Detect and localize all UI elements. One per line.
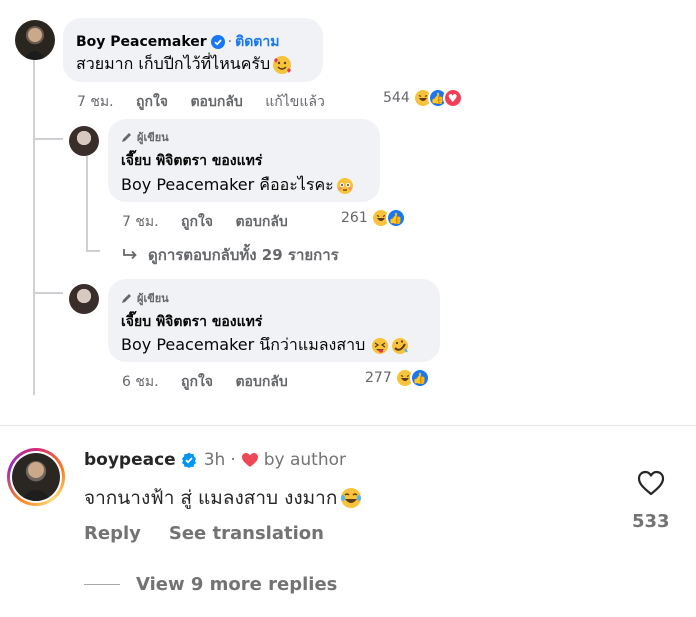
comment-text: สวยมาก เก็บปีกไว้ที่ไหนครับ <box>76 54 271 73</box>
section-divider <box>0 425 696 426</box>
reaction-count: 544 <box>383 90 410 106</box>
avatar-image <box>12 453 60 501</box>
author-tag: ผู้เขียน <box>137 131 169 144</box>
avatar[interactable] <box>69 284 99 314</box>
reply-actions: 6 ชม. ถูกใจ ตอบกลับ <box>122 371 306 393</box>
comment-actions: 7 ชม. ถูกใจ ตอบกลับ แก้ไขแล้ว <box>77 91 343 113</box>
avatar[interactable] <box>69 126 99 156</box>
like-count[interactable]: 533 <box>632 511 670 532</box>
thread-line <box>33 138 63 140</box>
verified-badge-icon <box>210 35 225 49</box>
like-reaction-icon: 👍 <box>409 368 430 388</box>
author-pen-icon <box>121 292 133 304</box>
commenter-name[interactable]: เจี๊ยบ พิจิตตรา ของแทร่ <box>121 311 262 333</box>
avatar[interactable] <box>15 20 55 60</box>
reactions-summary[interactable]: 544 👍 ♥ <box>383 88 463 108</box>
reply-time[interactable]: 6 ชม. <box>122 374 159 390</box>
avatar <box>10 451 62 503</box>
reply-text: Boy Peacemaker นึกว่าแมลงสาบ <box>121 335 366 354</box>
reply-arrow-icon <box>122 248 138 262</box>
flushed-face-icon <box>336 177 354 195</box>
reply-actions: 7 ชม. ถูกใจ ตอบกลับ <box>122 211 306 233</box>
view-more-replies-label: View 9 more replies <box>136 574 338 595</box>
like-reaction-icon: 👍 <box>385 208 406 228</box>
like-button[interactable]: ถูกใจ <box>136 94 168 110</box>
view-replies-label: ดูการตอบกลับทั้ง 29 รายการ <box>148 246 339 264</box>
smiling-face-with-hearts-icon <box>272 55 292 75</box>
divider-line <box>84 584 120 585</box>
separator-dot: · <box>230 450 236 470</box>
view-replies-link[interactable]: ดูการตอบกลับทั้ง 29 รายการ <box>122 243 339 267</box>
heart-like-icon[interactable] <box>637 470 665 496</box>
ig-comment-header: boypeace 3h · by author <box>84 450 346 470</box>
reply-button[interactable]: ตอบกลับ <box>235 374 287 390</box>
author-tag: ผู้เขียน <box>137 292 169 305</box>
reply-button[interactable]: ตอบกลับ <box>235 214 287 230</box>
reactions-summary[interactable]: 261 👍 <box>341 208 406 228</box>
comment-header: Boy Peacemaker · ติดตาม <box>76 31 279 53</box>
reaction-count: 277 <box>365 370 392 386</box>
like-button[interactable]: ถูกใจ <box>181 214 213 230</box>
commenter-name[interactable]: เจี๊ยบ พิจิตตรา ของแทร่ <box>121 150 262 172</box>
thread-line <box>86 156 88 251</box>
ig-username[interactable]: boypeace <box>84 450 176 470</box>
commenter-name[interactable]: Boy Peacemaker <box>76 34 207 50</box>
ig-comment-text: จากนางฟ้า สู่ แมลงสาบ งงมาก <box>84 487 338 509</box>
thread-line <box>33 60 35 395</box>
rofl-face-icon <box>391 337 409 355</box>
reply-time[interactable]: 7 ชม. <box>122 214 159 230</box>
tears-of-joy-icon <box>339 486 363 510</box>
thread-line <box>86 250 100 252</box>
reaction-count: 261 <box>341 210 368 226</box>
love-reaction-icon: ♥ <box>442 88 463 108</box>
follow-link[interactable]: ติดตาม <box>235 31 279 53</box>
comment-time[interactable]: 7 ชม. <box>77 94 114 110</box>
reactions-summary[interactable]: 277 👍 <box>365 368 430 388</box>
ig-time[interactable]: 3h <box>204 450 226 470</box>
ig-comment-actions: Reply See translation <box>84 523 324 544</box>
edited-label[interactable]: แก้ไขแล้ว <box>265 94 325 110</box>
avatar-image <box>23 28 47 60</box>
squinting-tongue-face-icon <box>371 337 389 355</box>
by-author-label: by author <box>263 450 346 470</box>
story-ring-avatar[interactable] <box>7 448 65 506</box>
author-pen-icon <box>121 131 133 143</box>
like-button[interactable]: ถูกใจ <box>181 374 213 390</box>
reply-button[interactable]: Reply <box>84 523 141 544</box>
author-heart-icon <box>241 452 259 468</box>
thread-line <box>33 292 63 294</box>
see-translation-button[interactable]: See translation <box>169 523 324 544</box>
view-more-replies[interactable]: View 9 more replies <box>84 574 337 595</box>
reply-button[interactable]: ตอบกลับ <box>190 94 242 110</box>
reply-text: Boy Peacemaker คืออะไรคะ <box>121 175 334 194</box>
verified-badge-icon <box>181 452 197 468</box>
